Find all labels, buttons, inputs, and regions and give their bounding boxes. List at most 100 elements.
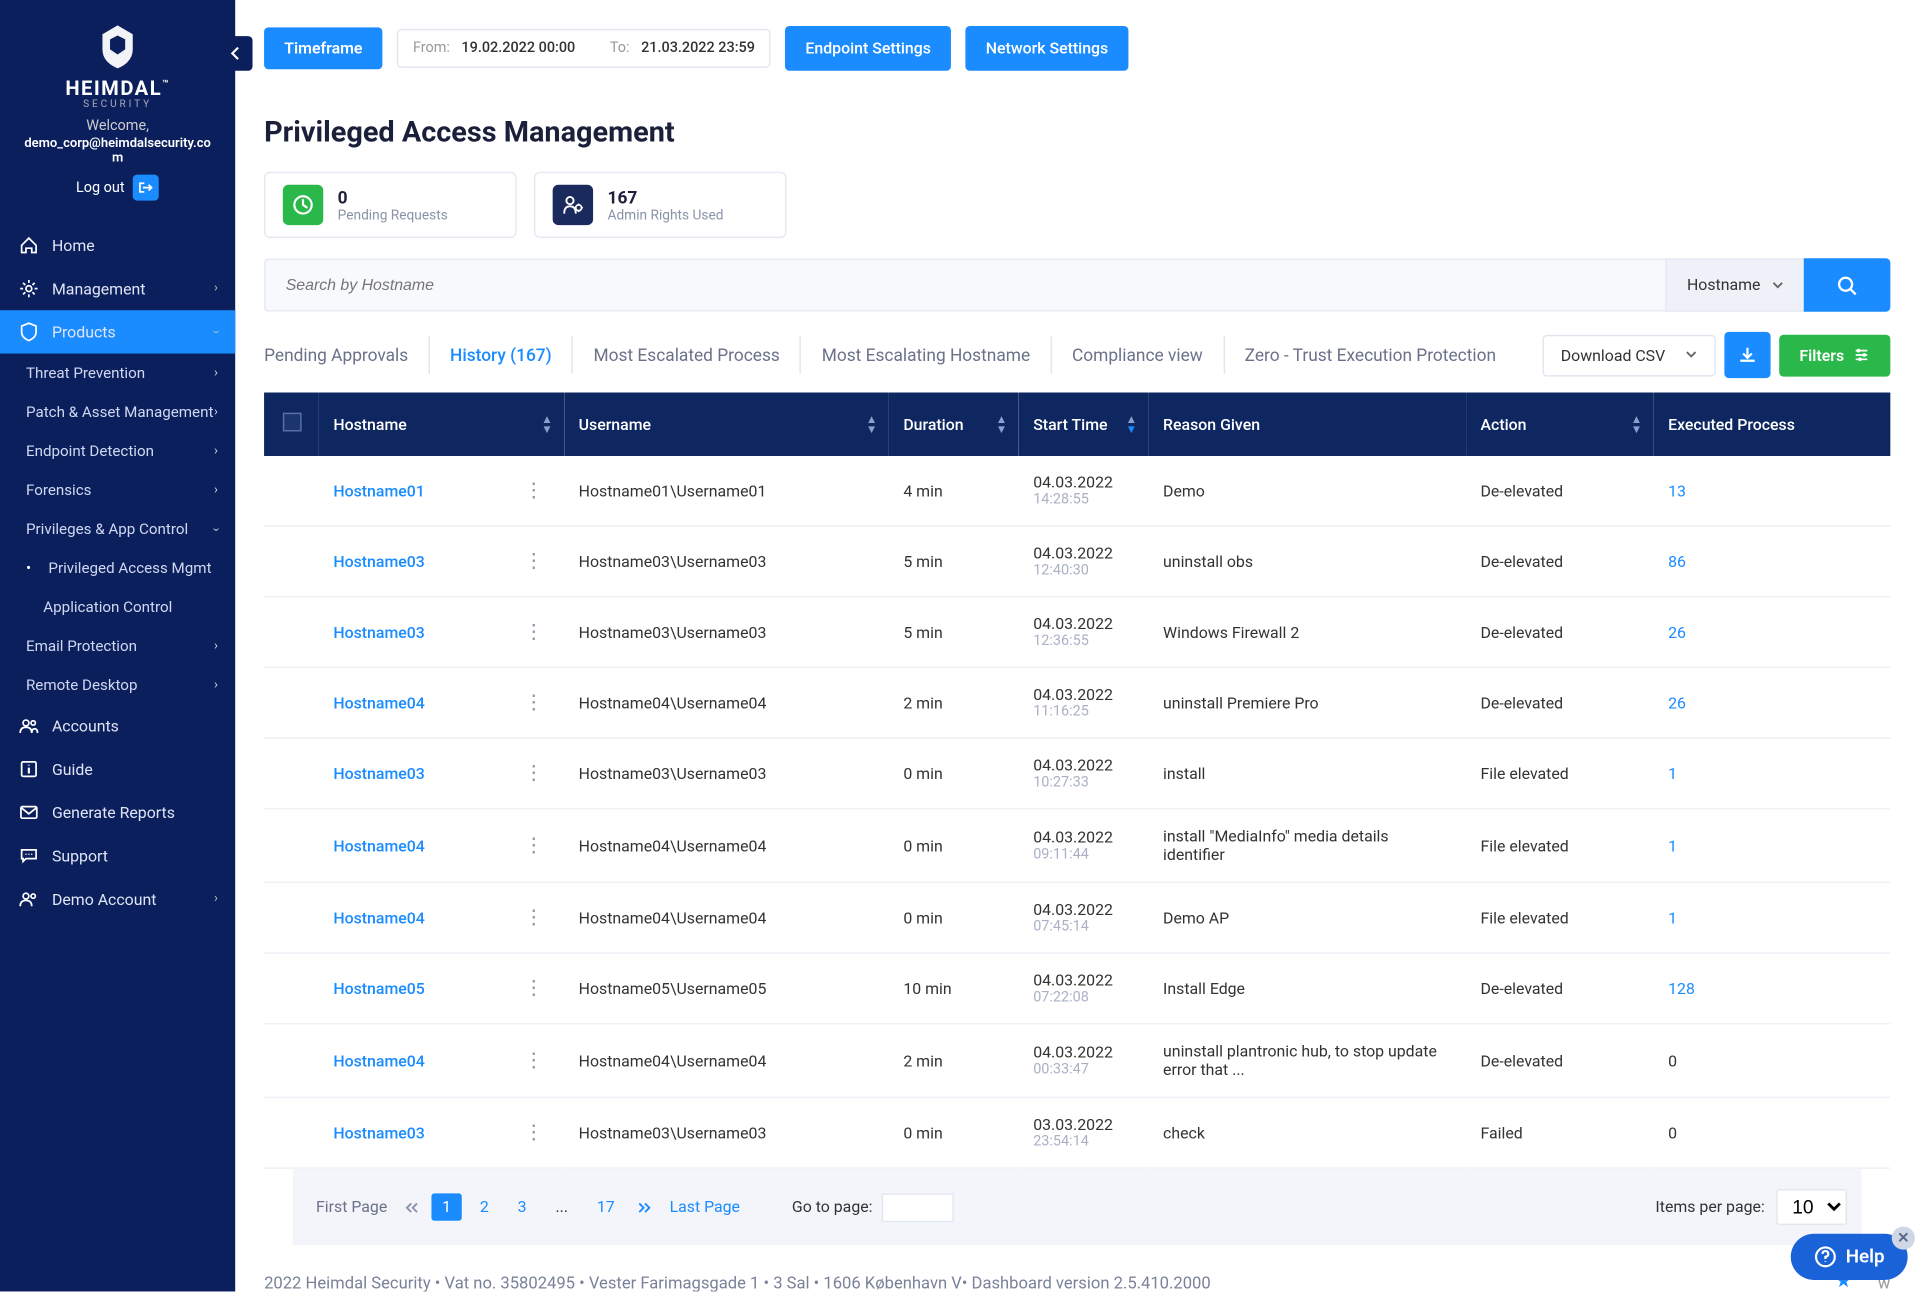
nav-endpoint-detection[interactable]: Endpoint Detection› [0,431,235,470]
hostname-link[interactable]: Hostname04 [333,908,424,927]
executed-cell[interactable]: 13 [1654,456,1891,526]
executed-cell[interactable]: 26 [1654,597,1891,668]
nav-reports[interactable]: Generate Reports [0,791,235,834]
logout-label: Log out [76,180,125,196]
nav-appcontrol[interactable]: Application Control [0,587,235,626]
kebab-icon[interactable]: ⋮ [518,834,550,857]
executed-cell[interactable]: 0 [1654,1097,1891,1168]
executed-cell[interactable]: 26 [1654,667,1891,738]
pager-num[interactable]: 17 [587,1193,625,1220]
pager-num[interactable]: 2 [470,1193,499,1220]
nav-management[interactable]: Management › [0,267,235,310]
executed-cell[interactable]: 1 [1654,809,1891,883]
hostname-link[interactable]: Hostname03 [333,552,424,571]
hostname-link[interactable]: Hostname04 [333,1051,424,1070]
chevron-down-icon: › [209,527,223,531]
per-page-select[interactable]: 10 [1776,1189,1847,1225]
nav-support[interactable]: Support [0,834,235,877]
goto-input[interactable] [881,1193,953,1222]
search-button[interactable] [1804,258,1891,311]
tab-escalating[interactable]: Most Escalating Hostname [802,336,1052,374]
hostname-link[interactable]: Hostname03 [333,764,424,783]
download-button[interactable] [1724,332,1770,378]
col-username[interactable]: Username▲▼ [564,392,889,455]
kebab-icon[interactable]: ⋮ [518,479,550,502]
nav-privileges[interactable]: Privileges & App Control› [0,509,235,548]
tab-zero[interactable]: Zero - Trust Execution Protection [1224,336,1516,374]
tab-pending[interactable]: Pending Approvals [264,336,430,374]
prev-page-btn[interactable] [396,1197,428,1217]
pager-num[interactable]: 3 [508,1193,537,1220]
nav-guide[interactable]: Guide [0,747,235,790]
search-input[interactable] [264,258,1665,311]
executed-cell[interactable]: 128 [1654,953,1891,1024]
stat-pending[interactable]: 0 Pending Requests [264,172,517,238]
nav-patch[interactable]: Patch & Asset Management› [0,392,235,431]
nav-demo[interactable]: Demo Account › [0,877,235,920]
nav-home[interactable]: Home [0,224,235,267]
executed-cell[interactable]: 86 [1654,526,1891,597]
kebab-icon[interactable]: ⋮ [518,906,550,929]
chat-icon [17,846,40,866]
col-duration[interactable]: Duration▲▼ [889,392,1019,455]
pager-num[interactable]: 1 [432,1193,461,1220]
endpoint-settings-button[interactable]: Endpoint Settings [785,26,951,71]
sidebar-collapse-btn[interactable] [218,36,253,71]
hostname-link[interactable]: Hostname03 [333,1123,424,1142]
executed-cell[interactable]: 1 [1654,882,1891,953]
start-cell: 04.03.202209:11:44 [1019,809,1149,883]
last-page-btn[interactable]: Last Page [661,1193,749,1220]
action-cell: File elevated [1466,882,1654,953]
nav-products[interactable]: Products › [0,310,235,353]
kebab-icon[interactable]: ⋮ [518,620,550,643]
col-start[interactable]: Start Time▲▼ [1019,392,1149,455]
action-cell: De-elevated [1466,667,1654,738]
search-type-select[interactable]: Hostname [1665,258,1803,311]
tab-escalated[interactable]: Most Escalated Process [573,336,801,374]
table-wrap: Hostname▲▼ Username▲▼ Duration▲▼ Start T… [235,392,1919,1245]
first-page-btn[interactable]: First Page [307,1193,396,1220]
start-cell: 04.03.202207:22:08 [1019,953,1149,1024]
chevron-right-icon: › [214,483,218,497]
filters-button[interactable]: Filters [1779,334,1890,376]
tab-history[interactable]: History (167) [430,336,573,374]
username-cell: Hostname03\Username03 [564,597,889,668]
download-csv-select[interactable]: Download CSV [1542,334,1716,376]
nav-accounts[interactable]: Accounts [0,704,235,747]
network-settings-button[interactable]: Network Settings [966,26,1129,71]
col-hostname[interactable]: Hostname▲▼ [319,392,564,455]
kebab-icon[interactable]: ⋮ [518,1121,550,1144]
col-action[interactable]: Action▲▼ [1466,392,1654,455]
sort-icon: ▲▼ [1126,414,1137,434]
kebab-icon[interactable]: ⋮ [518,1049,550,1072]
kebab-icon[interactable]: ⋮ [518,762,550,785]
col-checkbox[interactable] [264,392,319,455]
next-page-btn[interactable] [629,1197,661,1217]
kebab-icon[interactable]: ⋮ [518,977,550,1000]
hostname-link[interactable]: Hostname05 [333,979,424,998]
hostname-link[interactable]: Hostname04 [333,693,424,712]
logout-icon[interactable] [133,175,159,201]
nav-email[interactable]: Email Protection› [0,626,235,665]
nav-threat[interactable]: Threat Prevention› [0,354,235,393]
timeframe-button[interactable]: Timeframe [264,27,383,69]
stat-admin[interactable]: 167 Admin Rights Used [534,172,787,238]
help-widget[interactable]: Help ✕ [1791,1234,1908,1280]
nav-demo-label: Demo Account [52,890,156,909]
logout-row[interactable]: Log out [14,175,220,201]
tab-compliance[interactable]: Compliance view [1052,336,1225,374]
hostname-link[interactable]: Hostname03 [333,623,424,642]
executed-cell[interactable]: 0 [1654,1024,1891,1098]
checkbox-icon[interactable] [282,413,301,432]
nav-remote[interactable]: Remote Desktop› [0,665,235,704]
hostname-link[interactable]: Hostname01 [333,481,424,500]
date-range-box[interactable]: From: 19.02.2022 00:00 To: 21.03.2022 23… [397,29,771,68]
kebab-icon[interactable]: ⋮ [518,691,550,714]
reason-cell: Demo [1149,456,1466,526]
close-icon[interactable]: ✕ [1892,1227,1915,1250]
kebab-icon[interactable]: ⋮ [518,550,550,573]
hostname-link[interactable]: Hostname04 [333,836,424,855]
executed-cell[interactable]: 1 [1654,738,1891,809]
nav-forensics[interactable]: Forensics› [0,470,235,509]
nav-pam[interactable]: Privileged Access Mgmt [0,548,235,587]
